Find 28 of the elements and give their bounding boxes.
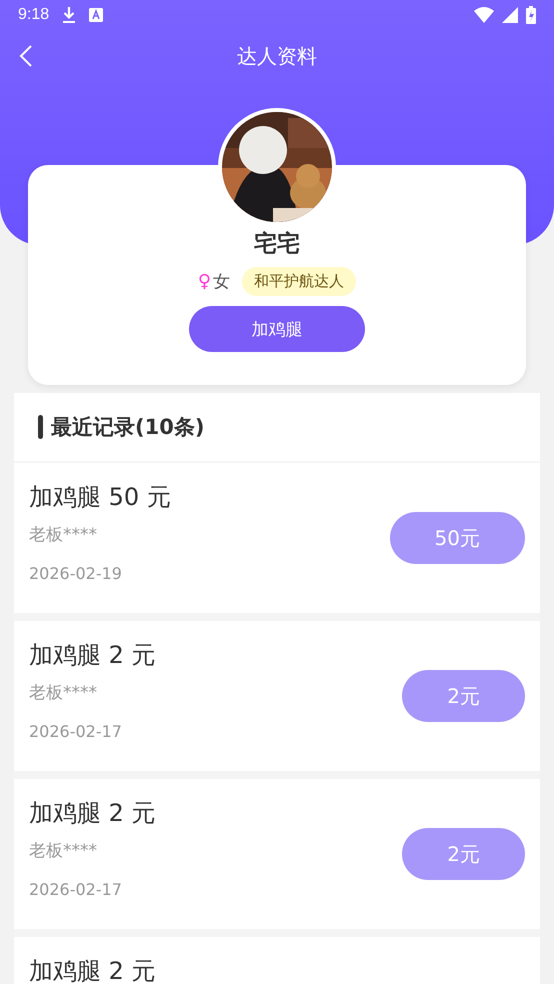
- wifi-icon: [474, 7, 494, 23]
- record-title: 加鸡腿 2 元: [29, 956, 156, 984]
- status-time: 9:18: [18, 6, 50, 24]
- back-icon[interactable]: [18, 44, 34, 68]
- signal-icon: [502, 7, 518, 23]
- add-reward-button[interactable]: 加鸡腿: [189, 306, 365, 352]
- amount-button[interactable]: 2元: [402, 828, 525, 880]
- title-tag: 和平护航达人: [242, 267, 356, 296]
- download-icon: [61, 6, 78, 24]
- amount-button[interactable]: 50元: [390, 512, 525, 564]
- record-date: 2026-02-19: [29, 564, 123, 583]
- record-title: 加鸡腿 2 元: [29, 798, 156, 829]
- record-title: 加鸡腿 50 元: [29, 482, 171, 513]
- page-title: 达人资料: [237, 42, 317, 70]
- keyboard-icon: [89, 8, 104, 22]
- record-user: 老板****: [29, 524, 98, 546]
- amount-button[interactable]: 2元: [402, 670, 525, 722]
- battery-icon: [526, 6, 536, 24]
- record-date: 2026-02-17: [29, 880, 123, 899]
- record-user: 老板****: [29, 840, 98, 862]
- record-title: 加鸡腿 2 元: [29, 640, 156, 671]
- section-marker: [38, 415, 43, 439]
- female-icon: ♀: [198, 271, 212, 292]
- section-title: 最近记录(10条): [51, 414, 204, 441]
- record-user: 老板****: [29, 682, 98, 704]
- record-date: 2026-02-17: [29, 722, 123, 741]
- user-name: 宅宅: [254, 230, 300, 259]
- gender-label: 女: [213, 271, 230, 293]
